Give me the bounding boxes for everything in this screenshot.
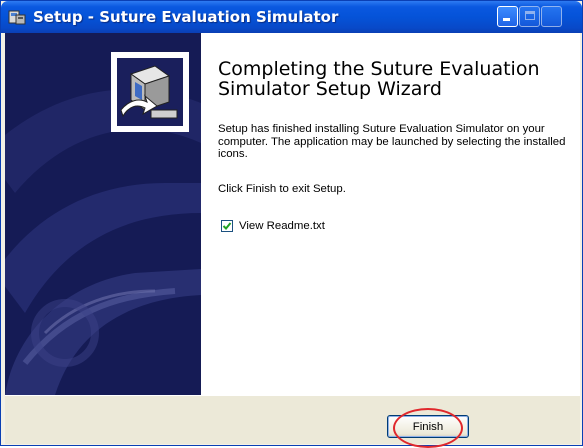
view-readme-option[interactable]: View Readme.txt	[221, 219, 325, 233]
finish-button[interactable]: Finish	[387, 415, 469, 438]
minimize-button[interactable]	[497, 6, 518, 27]
computer-install-icon	[114, 55, 186, 129]
window-title: Setup - Suture Evaluation Simulator	[33, 8, 339, 26]
setup-icon	[8, 10, 26, 25]
setup-window: Setup - Suture Evaluation Simulator Comp…	[0, 0, 583, 446]
wizard-sidebar-image	[5, 33, 201, 395]
checkmark-icon	[222, 222, 232, 230]
view-readme-checkbox[interactable]	[221, 220, 233, 232]
maximize-button[interactable]	[519, 6, 540, 27]
wizard-content: Completing the Suture Evaluation Simulat…	[201, 33, 580, 395]
install-complete-text: Setup has finished installing Suture Eva…	[218, 123, 566, 160]
wizard-footer: Finish	[5, 395, 580, 444]
title-bar[interactable]: Setup - Suture Evaluation Simulator	[1, 1, 582, 33]
exit-instructions-text: Click Finish to exit Setup.	[218, 183, 346, 195]
wizard-heading: Completing the Suture Evaluation Simulat…	[218, 58, 540, 100]
close-button[interactable]	[541, 6, 562, 27]
logo-frame	[111, 52, 189, 132]
view-readme-label[interactable]: View Readme.txt	[239, 220, 325, 232]
